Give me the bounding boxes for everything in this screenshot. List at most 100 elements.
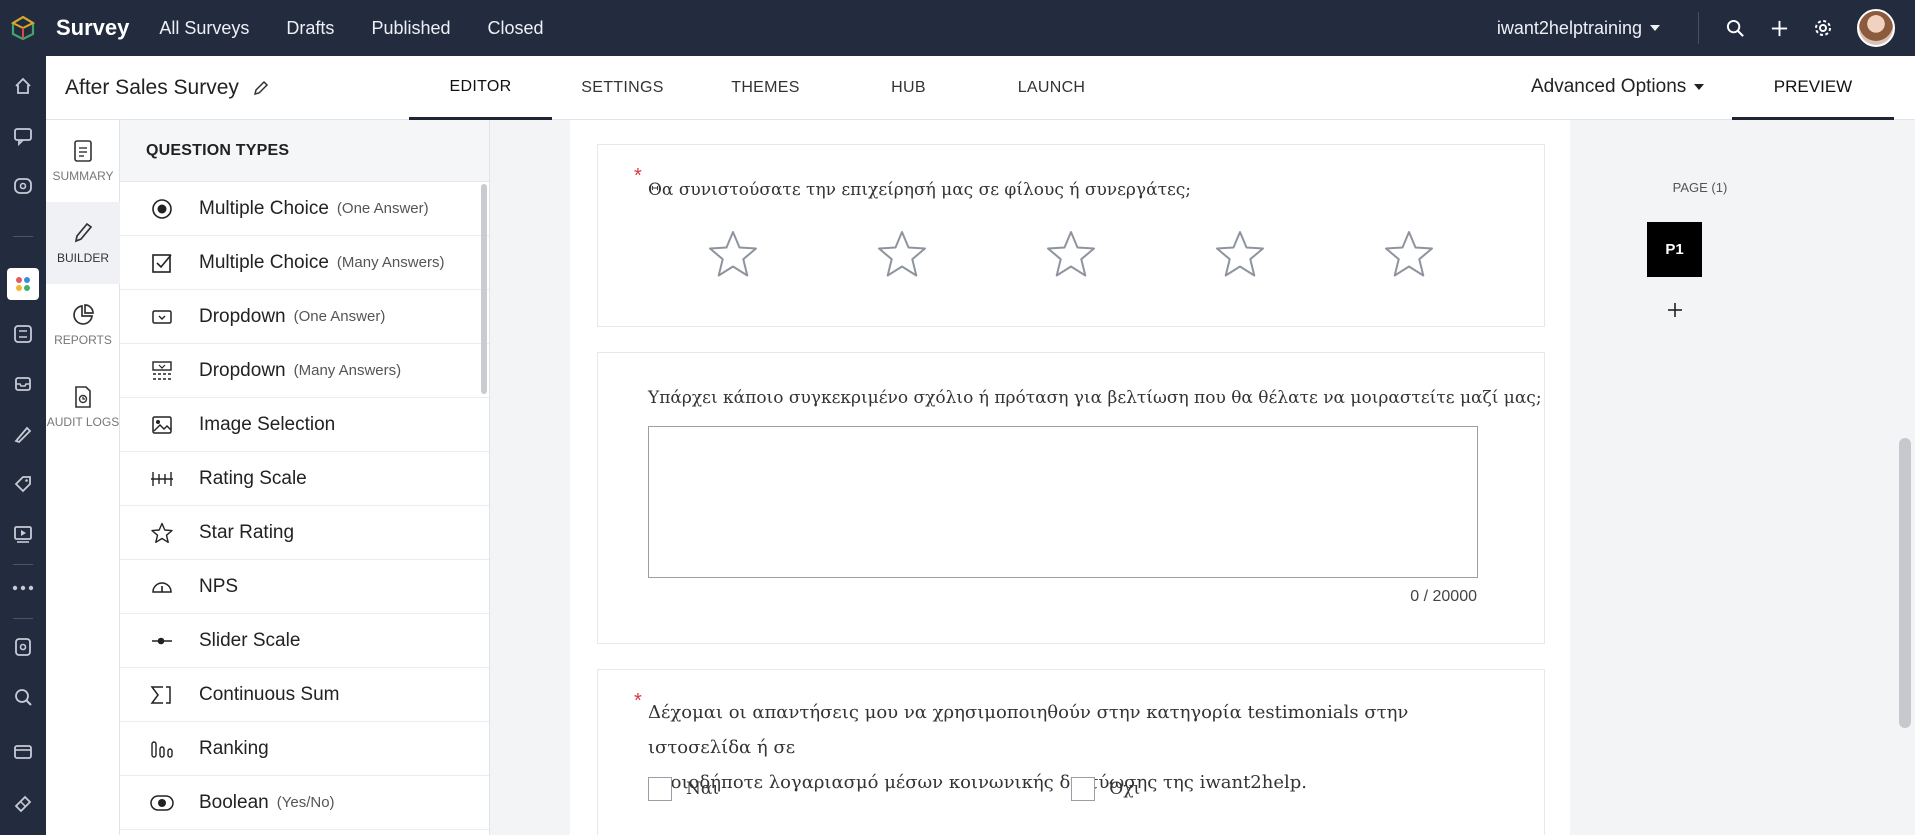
plus-icon[interactable] xyxy=(1769,18,1789,38)
top-right-controls: iwant2helptraining xyxy=(1497,0,1915,56)
scrollbar-thumb[interactable] xyxy=(1899,438,1911,728)
app-logo-icon[interactable] xyxy=(0,0,46,56)
tab-settings[interactable]: SETTINGS xyxy=(551,56,694,120)
sigma-icon xyxy=(150,683,174,707)
nav-all-surveys[interactable]: All Surveys xyxy=(159,18,249,39)
mode-builder-label: BUILDER xyxy=(56,251,109,265)
chat-icon[interactable] xyxy=(7,120,39,152)
question-type-item[interactable]: Rating Scale xyxy=(120,452,489,506)
analytics-icon[interactable] xyxy=(7,681,39,713)
survey-title[interactable]: After Sales Survey xyxy=(65,76,269,100)
option-no[interactable]: Όχι xyxy=(1071,777,1140,801)
question-card-star-rating[interactable]: * Θα συνιστούσατε την επιχείρησή μας σε … xyxy=(597,144,1545,327)
checkbox[interactable] xyxy=(1071,777,1095,801)
mode-reports[interactable]: REPORTS xyxy=(46,284,120,366)
checkbox-icon xyxy=(150,251,174,275)
question-text: Υπάρχει κάποιο συγκεκριμένο σχόλιο ή πρό… xyxy=(648,388,1542,408)
multi-dropdown-icon xyxy=(150,359,174,383)
mode-audit-logs-label: AUDIT LOGS xyxy=(46,415,120,429)
question-type-item[interactable]: Multiple Choice (One Answer) xyxy=(120,182,489,236)
video-icon[interactable] xyxy=(7,518,39,550)
star-icon[interactable] xyxy=(1384,229,1434,279)
question-type-item[interactable]: Continuous Sum xyxy=(120,668,489,722)
question-type-sub: (Yes/No) xyxy=(276,794,335,811)
search-icon[interactable] xyxy=(1725,18,1745,38)
gear-icon[interactable] xyxy=(1813,18,1833,38)
radio-icon xyxy=(150,197,174,221)
tab-editor[interactable]: EDITOR xyxy=(409,56,552,120)
question-type-item[interactable]: Dropdown (One Answer) xyxy=(120,290,489,344)
survey-app-icon[interactable] xyxy=(7,268,39,300)
comment-textarea[interactable] xyxy=(648,426,1478,578)
workspace-switcher[interactable]: iwant2helptraining xyxy=(1497,18,1660,39)
question-type-sub: (Many Answers) xyxy=(293,362,402,379)
star-icon[interactable] xyxy=(1046,229,1096,279)
more-icon[interactable] xyxy=(7,572,39,604)
boolean-icon xyxy=(150,791,174,815)
sign-icon[interactable] xyxy=(7,418,39,450)
form-icon[interactable] xyxy=(7,631,39,663)
star-icon[interactable] xyxy=(708,229,758,279)
mode-summary[interactable]: SUMMARY xyxy=(46,120,120,202)
star-icon[interactable] xyxy=(877,229,927,279)
pie-chart-icon xyxy=(73,304,94,325)
star-icon xyxy=(150,521,174,545)
rail-divider xyxy=(13,236,33,237)
star-rating-row xyxy=(708,229,1434,279)
slider-icon xyxy=(150,629,174,653)
advanced-options-dropdown[interactable]: Advanced Options xyxy=(1531,76,1705,98)
home-icon[interactable] xyxy=(7,70,39,102)
inbox-icon[interactable] xyxy=(7,368,39,400)
workspace-name: iwant2helptraining xyxy=(1496,17,1642,38)
page-scrollbar[interactable] xyxy=(1895,120,1915,835)
add-page-plus-icon[interactable] xyxy=(1663,298,1687,322)
option-yes[interactable]: Ναι xyxy=(648,777,719,801)
pencil-icon xyxy=(74,222,93,243)
question-type-label: NPS xyxy=(199,575,239,597)
question-type-item[interactable]: Slider Scale xyxy=(120,614,489,668)
checkbox[interactable] xyxy=(648,777,672,801)
question-type-label: Dropdown xyxy=(199,305,286,327)
nav-drafts[interactable]: Drafts xyxy=(286,18,334,39)
brand-title[interactable]: Survey xyxy=(56,15,129,41)
nav-published[interactable]: Published xyxy=(371,18,450,39)
mode-builder[interactable]: BUILDER xyxy=(46,202,120,284)
star-icon[interactable] xyxy=(1215,229,1265,279)
question-type-item[interactable]: Multiple Choice (Many Answers) xyxy=(120,236,489,290)
survey-page: * Θα συνιστούσατε την επιχείρησή μας σε … xyxy=(570,120,1570,835)
rail-divider xyxy=(13,618,33,619)
question-type-item[interactable]: NPS xyxy=(120,560,489,614)
mode-audit-logs[interactable]: AUDIT LOGS xyxy=(46,366,120,448)
panel-scrollbar[interactable] xyxy=(481,184,487,394)
question-type-item[interactable]: Image Selection xyxy=(120,398,489,452)
workflow-icon[interactable] xyxy=(7,318,39,350)
gauge-icon xyxy=(150,575,174,599)
tag-icon[interactable] xyxy=(7,468,39,500)
question-type-item[interactable]: Boolean (Yes/No) xyxy=(120,776,489,830)
feedback-icon[interactable] xyxy=(7,170,39,202)
nav-closed[interactable]: Closed xyxy=(488,18,544,39)
preview-button[interactable]: PREVIEW xyxy=(1732,56,1894,120)
ranking-icon xyxy=(150,737,174,761)
page-thumbnail[interactable]: P1 xyxy=(1647,222,1702,277)
mode-sidebar: SUMMARY BUILDER REPORTS AUDIT LOGS xyxy=(46,120,120,835)
required-mark: * xyxy=(634,690,642,712)
tab-launch[interactable]: LAUNCH xyxy=(980,56,1123,120)
edit-pencil-icon[interactable] xyxy=(253,80,269,96)
wallet-icon[interactable] xyxy=(7,736,39,768)
tab-themes[interactable]: THEMES xyxy=(694,56,837,120)
question-type-label: Dropdown xyxy=(199,359,286,381)
advanced-options-label: Advanced Options xyxy=(1531,76,1687,97)
top-nav: All Surveys Drafts Published Closed xyxy=(159,18,580,39)
tab-hub[interactable]: HUB xyxy=(837,56,980,120)
question-type-item[interactable]: Dropdown (Many Answers) xyxy=(120,344,489,398)
question-type-item[interactable]: Ranking xyxy=(120,722,489,776)
question-type-item[interactable]: Star Rating xyxy=(120,506,489,560)
dropdown-icon xyxy=(150,305,174,329)
avatar[interactable] xyxy=(1857,9,1895,47)
option-label: Ναι xyxy=(686,779,720,799)
question-types-panel: QUESTION TYPES Multiple Choice (One Answ… xyxy=(120,120,490,835)
question-card-consent[interactable]: * Δέχομαι οι απαντήσεις μου να χρησιμοπο… xyxy=(597,669,1545,835)
question-card-comment[interactable]: Υπάρχει κάποιο συγκεκριμένο σχόλιο ή πρό… xyxy=(597,352,1545,644)
ticket-icon[interactable] xyxy=(7,788,39,820)
